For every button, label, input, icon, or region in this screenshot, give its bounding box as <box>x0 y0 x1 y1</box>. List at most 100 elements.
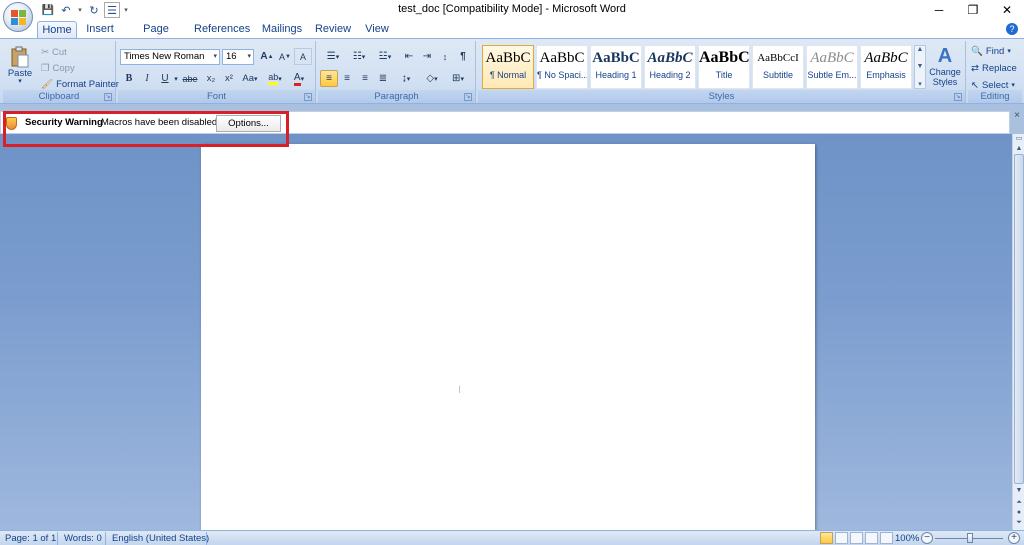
chevron-down-icon[interactable]: ▼ <box>917 63 924 70</box>
strikethrough-button[interactable]: abe <box>180 70 200 87</box>
borders-button[interactable]: ⊞ ▾ <box>446 70 470 87</box>
binoculars-icon: 🔍 <box>971 45 983 57</box>
underline-dropdown-icon[interactable]: ▾ <box>172 70 180 87</box>
more-icon[interactable]: ▾ <box>918 80 922 88</box>
font-family-combo[interactable]: Times New Roman ▾ <box>120 49 220 65</box>
style-title[interactable]: AaBbC Title <box>698 45 750 89</box>
styles-group-label: Styles <box>478 90 965 103</box>
sort-button[interactable]: ↕ <box>436 48 454 65</box>
replace-button[interactable]: ⇄ Replace <box>971 60 1017 76</box>
text-cursor-icon: I <box>458 384 462 396</box>
scroll-thumb[interactable] <box>1014 154 1024 484</box>
change-styles-button[interactable]: A Change Styles <box>928 43 962 89</box>
zoom-slider-thumb[interactable] <box>967 533 973 543</box>
vertical-scrollbar[interactable]: ▭ ▲ ▼ ⏶ ● ⏷ <box>1012 134 1024 530</box>
browse-object-icon[interactable]: ● <box>1013 508 1024 518</box>
tab-view[interactable]: View <box>360 21 394 38</box>
status-divider <box>105 532 106 545</box>
next-page-icon[interactable]: ⏷ <box>1013 518 1024 528</box>
close-button[interactable]: ✕ <box>990 0 1024 20</box>
find-button[interactable]: 🔍 Find ▾ <box>971 43 1011 59</box>
zoom-level[interactable]: 100% <box>895 532 919 545</box>
line-spacing-button[interactable]: ↨ ▾ <box>394 70 418 87</box>
zoom-in-button[interactable]: + <box>1008 532 1020 544</box>
superscript-button[interactable]: x² <box>220 70 238 87</box>
print-layout-view-button[interactable] <box>820 532 833 544</box>
ribbon-tabs: Home Insert Page Layout References Maili… <box>0 20 1024 52</box>
tab-mailings[interactable]: Mailings <box>258 21 306 38</box>
clear-formatting-button[interactable]: A <box>294 48 312 65</box>
paragraph-launcher-icon[interactable]: ↘ <box>464 93 472 101</box>
word-count[interactable]: Words: 0 <box>64 532 102 545</box>
shrink-font-button[interactable]: A ▼ <box>276 48 294 65</box>
justify-button[interactable]: ≣ <box>374 70 392 87</box>
style-normal[interactable]: AaBbC ¶ Normal <box>482 45 534 89</box>
tab-review[interactable]: Review <box>314 21 352 38</box>
draft-view-button[interactable] <box>880 532 893 544</box>
paragraph-group-label: Paragraph <box>318 90 475 103</box>
editing-group: 🔍 Find ▾ ⇄ Replace ↖ Select ▾ Editing <box>968 41 1022 103</box>
status-bar: Page: 1 of 1 Words: 0 English (United St… <box>0 530 1024 545</box>
office-button[interactable] <box>3 2 33 32</box>
styles-gallery-scroll[interactable]: ▲ ▼ ▾ <box>914 45 926 89</box>
help-icon[interactable]: ? <box>1006 23 1018 35</box>
close-icon[interactable]: × <box>1010 110 1024 124</box>
multilevel-list-button[interactable]: ☳ ▾ <box>372 48 398 65</box>
page-count[interactable]: Page: 1 of 1 <box>5 532 56 545</box>
scroll-down-icon[interactable]: ▼ <box>1013 486 1024 496</box>
bullets-button[interactable]: ☰ ▾ <box>320 48 346 65</box>
decrease-indent-button[interactable]: ⇤ <box>400 48 418 65</box>
subscript-button[interactable]: x₂ <box>202 70 220 87</box>
align-right-button[interactable]: ≡ <box>356 70 374 87</box>
style-emphasis[interactable]: AaBbC Emphasis <box>860 45 912 89</box>
language-indicator[interactable]: English (United States) <box>112 532 209 545</box>
copy-button[interactable]: ❐ Copy <box>41 60 75 76</box>
numbering-button[interactable]: ☷ ▾ <box>346 48 372 65</box>
clipboard-launcher-icon[interactable]: ↘ <box>104 93 112 101</box>
full-screen-reading-view-button[interactable] <box>835 532 848 544</box>
chevron-down-icon: ▾ <box>213 53 217 60</box>
style-subtitle[interactable]: AaBbCcI Subtitle <box>752 45 804 89</box>
align-left-button[interactable]: ≡ <box>320 70 338 87</box>
font-color-button[interactable]: A ▾ <box>288 70 310 87</box>
style-heading-1[interactable]: AaBbC Heading 1 <box>590 45 642 89</box>
previous-page-icon[interactable]: ⏶ <box>1013 498 1024 508</box>
increase-indent-button[interactable]: ⇥ <box>418 48 436 65</box>
change-case-button[interactable]: Aa ▾ <box>238 70 262 87</box>
zoom-out-button[interactable]: − <box>921 532 933 544</box>
clipboard-group: Paste ▾ ✂ Cut ❐ Copy 🖌 Format Painter Clipb… <box>3 41 119 103</box>
style-heading-2[interactable]: AaBbC Heading 2 <box>644 45 696 89</box>
tab-references[interactable]: References <box>194 21 250 38</box>
font-size-combo[interactable]: 16 ▾ <box>222 49 254 65</box>
web-layout-view-button[interactable] <box>850 532 863 544</box>
outline-view-button[interactable] <box>865 532 878 544</box>
style-subtle-emphasis[interactable]: AaBbC Subtle Em... <box>806 45 858 89</box>
paintbrush-icon: 🖌 <box>41 78 54 90</box>
bold-button[interactable]: B <box>120 70 138 87</box>
clipboard-group-label: Clipboard <box>3 90 115 103</box>
title-bar: 💾 ↶ ▾ ↻ ☰ ▾ test_doc [Compatibility Mode… <box>0 0 1024 20</box>
ruler-toggle-icon[interactable]: ▭ <box>1013 134 1024 144</box>
tab-insert[interactable]: Insert <box>82 21 118 38</box>
restore-button[interactable]: ❐ <box>956 0 990 20</box>
chevron-up-icon[interactable]: ▲ <box>917 46 924 53</box>
document-page[interactable] <box>201 144 815 532</box>
align-center-button[interactable]: ≡ <box>338 70 356 87</box>
cut-button[interactable]: ✂ Cut <box>41 44 67 60</box>
editing-group-label: Editing <box>968 90 1022 103</box>
minimize-button[interactable]: ─ <box>922 0 956 20</box>
grow-font-button[interactable]: A ▲ <box>258 48 276 65</box>
tab-page-layout[interactable]: Page Layout <box>126 21 186 52</box>
show-formatting-button[interactable]: ¶ <box>454 48 472 65</box>
style-no-spacing[interactable]: AaBbC ¶ No Spaci... <box>536 45 588 89</box>
tab-home[interactable]: Home <box>37 21 77 38</box>
paste-button[interactable]: Paste ▾ <box>5 43 35 87</box>
shading-button[interactable]: ◇ ▾ <box>420 70 444 87</box>
styles-launcher-icon[interactable]: ↘ <box>954 93 962 101</box>
copy-icon: ❐ <box>41 62 50 74</box>
highlight-color-button[interactable]: ab ▾ <box>264 70 286 87</box>
font-launcher-icon[interactable]: ↘ <box>304 93 312 101</box>
italic-button[interactable]: I <box>138 70 156 87</box>
scroll-up-icon[interactable]: ▲ <box>1013 144 1024 154</box>
scissors-icon: ✂ <box>41 46 49 58</box>
